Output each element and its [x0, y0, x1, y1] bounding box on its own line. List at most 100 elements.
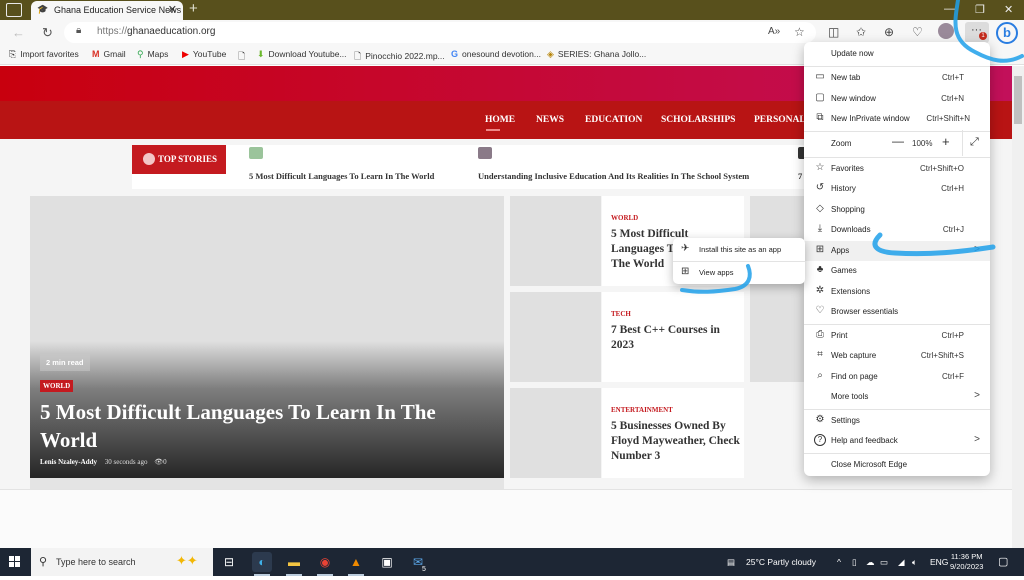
bookmark-onesound[interactable]: Gonesound devotion...	[451, 49, 541, 59]
menu-help-and-feedback[interactable]: ? Help and feedback >	[804, 431, 990, 451]
menu-more-tools[interactable]: More tools >	[804, 387, 990, 407]
scrollbar-thumb[interactable]	[1014, 76, 1022, 124]
article-category[interactable]: WORLD	[611, 214, 638, 222]
menu-new-tab[interactable]: ▭ New tab Ctrl+T	[804, 68, 990, 88]
tab-actions-icon[interactable]	[6, 3, 22, 17]
article-thumbnail[interactable]	[510, 292, 601, 382]
bookmark-untitled[interactable]: 🗋	[238, 49, 249, 65]
article-title[interactable]: 7 Best C++ Courses in 2023	[611, 323, 741, 353]
meet-now-icon[interactable]: ▯	[852, 557, 857, 568]
zoom-in-button[interactable]: +	[942, 134, 950, 149]
bookmark-download-youtube[interactable]: ⬇ Download Youtube...	[257, 49, 347, 60]
ticker-thumbnail[interactable]	[249, 147, 263, 159]
bookmark-youtube[interactable]: ▶ YouTube	[182, 49, 226, 60]
bookmark-import-favorites[interactable]: ⎘ Import favorites	[9, 49, 79, 60]
ticker-story-link[interactable]: 5 Most Difficult Languages To Learn In T…	[249, 171, 434, 181]
article-thumbnail[interactable]	[750, 196, 810, 382]
weather-icon[interactable]: ▤	[727, 557, 735, 568]
clock[interactable]: 11:36 PM 9/20/2023	[950, 552, 983, 572]
nav-news[interactable]: NEWS	[536, 115, 564, 125]
hero-author[interactable]: Lenis Nzaley-Addy	[40, 458, 97, 466]
menu-downloads[interactable]: ⤓ Downloads Ctrl+J	[804, 220, 990, 240]
menu-browser-essentials[interactable]: ♡ Browser essentials	[804, 302, 990, 322]
wifi-icon[interactable]: ◢	[898, 557, 905, 568]
minimize-button[interactable]: —	[944, 3, 955, 15]
language-indicator[interactable]: ENG	[930, 557, 948, 567]
nav-personal[interactable]: PERSONAL	[754, 115, 806, 125]
read-aloud-icon[interactable]: A»	[768, 26, 780, 37]
microsoft-store-icon[interactable]: ▣	[377, 552, 397, 572]
split-screen-icon[interactable]: ◫	[828, 25, 839, 39]
vlc-icon[interactable]: ▲	[346, 552, 366, 576]
bookmark-pinocchio[interactable]: 🗋 Pinocchio 2022.mp...	[354, 49, 445, 65]
article-category[interactable]: ENTERTAINMENT	[611, 406, 673, 414]
bookmark-maps[interactable]: ⚲ Maps	[137, 49, 168, 60]
menu-web-capture[interactable]: ⌗ Web capture Ctrl+Shift+S	[804, 346, 990, 366]
submenu-view-apps[interactable]: ⊞ View apps	[673, 262, 805, 284]
menu-close-edge[interactable]: Close Microsoft Edge	[804, 455, 990, 475]
page-scrollbar[interactable]	[1012, 66, 1024, 548]
volume-icon[interactable]: 🔈︎	[912, 557, 917, 568]
article-card[interactable]: ENTERTAINMENT 5 Businesses Owned By Floy…	[510, 388, 744, 478]
menu-history[interactable]: ↺ History Ctrl+H	[804, 179, 990, 199]
url-text[interactable]: https://ghanaeducation.org	[97, 26, 215, 37]
article-category[interactable]: TECH	[611, 310, 631, 318]
show-hidden-icons[interactable]: ^	[837, 557, 841, 567]
address-bar[interactable]: 🔒︎ https://ghanaeducation.org A» ☆	[64, 22, 816, 43]
bing-copilot-icon[interactable]: b	[996, 22, 1018, 44]
hero-category-badge[interactable]: WORLD	[40, 380, 74, 392]
mail-icon[interactable]: ✉ 5	[408, 552, 428, 573]
new-tab-button[interactable]: +	[189, 0, 198, 17]
submenu-install-site-as-app[interactable]: ✈ Install this site as an app	[673, 239, 805, 261]
weather-widget[interactable]: 25°C Partly cloudy	[746, 557, 816, 567]
menu-shopping[interactable]: ◇ Shopping	[804, 200, 990, 220]
taskbar-search-box[interactable]: ⚲ Type here to search ✦✦	[31, 548, 213, 576]
menu-update-now[interactable]: Update now	[804, 44, 990, 64]
battery-icon[interactable]: ▭	[880, 557, 888, 568]
article-card[interactable]: TECH 7 Best C++ Courses in 2023	[510, 292, 744, 382]
article-thumbnail[interactable]	[510, 388, 601, 478]
article-title[interactable]: 5 Businesses Owned By Floyd Mayweather, …	[611, 419, 741, 464]
menu-settings[interactable]: ⚙ Settings	[804, 411, 990, 431]
menu-extensions[interactable]: ✲ Extensions	[804, 282, 990, 302]
menu-favorites[interactable]: ☆ Favorites Ctrl+Shift+O	[804, 159, 990, 179]
file-explorer-icon[interactable]: ▬	[284, 552, 304, 576]
nav-home[interactable]: HOME	[485, 115, 515, 125]
task-view-icon[interactable]: ⊟	[219, 552, 239, 572]
notifications-icon[interactable]: ▢	[998, 555, 1008, 568]
zoom-out-button[interactable]: —	[892, 134, 904, 148]
menu-new-window[interactable]: ▢ New window Ctrl+N	[804, 89, 990, 109]
menu-print[interactable]: ⎙ Print Ctrl+P	[804, 326, 990, 346]
article-thumbnail[interactable]	[510, 196, 601, 286]
hero-article[interactable]: 2 min read WORLD 5 Most Difficult Langua…	[30, 196, 504, 478]
collections-icon[interactable]: ⊕	[884, 25, 894, 39]
ticker-story-link[interactable]: Understanding Inclusive Education And It…	[478, 171, 749, 181]
favorite-star-icon[interactable]: ☆	[794, 25, 805, 39]
nav-scholarships[interactable]: SCHOLARSHIPS	[661, 115, 735, 125]
chrome-icon[interactable]: ◉	[315, 552, 335, 576]
close-window-button[interactable]: ✕	[1004, 3, 1013, 16]
browser-tab[interactable]: 🎓 Ghana Education Service News ✕	[31, 1, 183, 20]
profile-avatar[interactable]	[938, 23, 954, 39]
lock-icon[interactable]: 🔒︎	[76, 25, 81, 36]
ticker-thumbnail[interactable]	[478, 147, 492, 159]
favorites-icon[interactable]: ✩	[856, 25, 866, 39]
settings-and-more-button[interactable]: ··· 1	[965, 22, 989, 43]
fullscreen-icon[interactable]: ⤢	[970, 136, 979, 149]
windows-start-icon[interactable]	[9, 556, 21, 568]
ticker-story-link[interactable]: 7	[798, 171, 802, 181]
restore-button[interactable]: ❐	[975, 3, 985, 16]
browser-essentials-icon[interactable]: ♡	[912, 25, 923, 39]
tab-close-icon[interactable]: ✕	[168, 3, 177, 16]
onedrive-icon[interactable]: ☁	[866, 557, 875, 568]
back-arrow-icon[interactable]: ←	[12, 25, 25, 40]
bookmark-gmail[interactable]: M Gmail	[92, 49, 126, 59]
menu-games[interactable]: ♣ Games	[804, 261, 990, 281]
menu-find-on-page[interactable]: ⌕ Find on page Ctrl+F	[804, 367, 990, 387]
refresh-icon[interactable]: ↻	[42, 25, 53, 41]
menu-apps[interactable]: ⊞ Apps >	[804, 241, 990, 261]
menu-new-inprivate-window[interactable]: ⧉ New InPrivate window Ctrl+Shift+N	[804, 109, 990, 129]
hero-title[interactable]: 5 Most Difficult Languages To Learn In T…	[40, 398, 480, 454]
edge-taskbar-icon[interactable]: ◐	[252, 552, 272, 576]
nav-education[interactable]: EDUCATION	[585, 115, 642, 125]
